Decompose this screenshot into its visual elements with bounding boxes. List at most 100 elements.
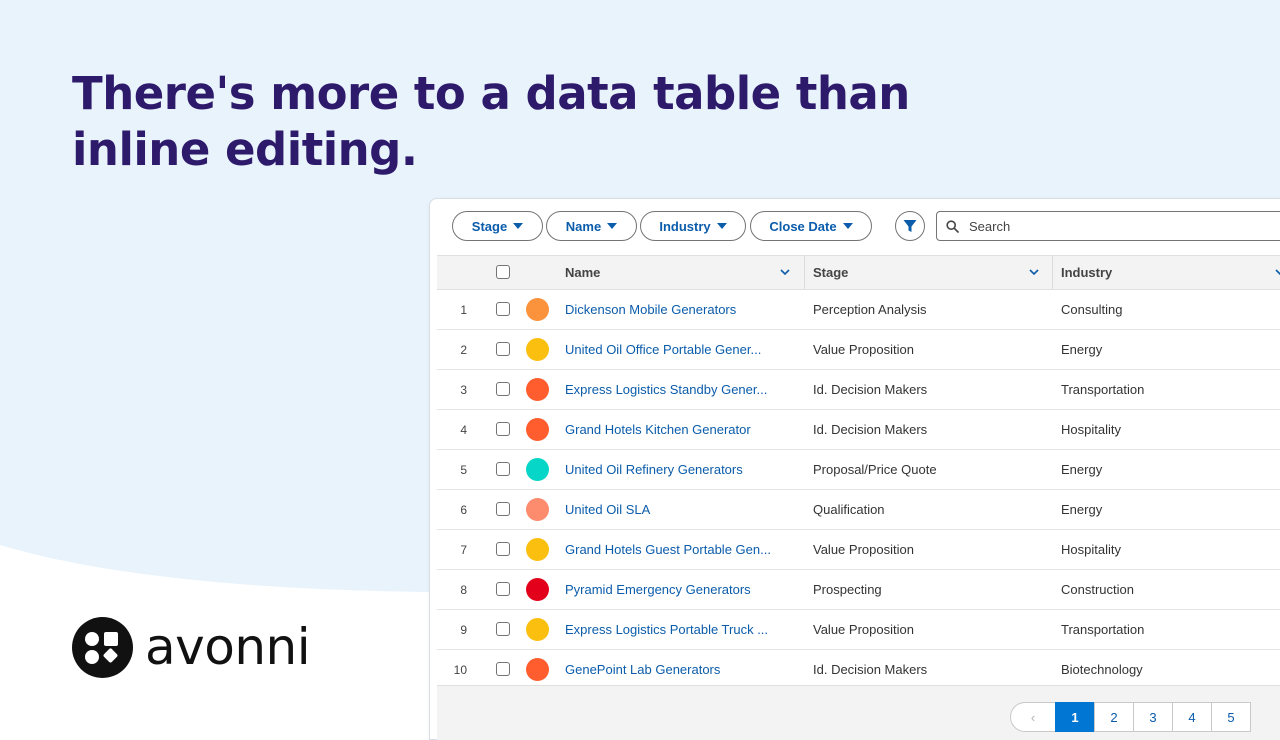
filter-stage-button[interactable]: Stage bbox=[452, 211, 543, 241]
headline: There's more to a data table than inline… bbox=[72, 67, 910, 176]
row-number: 7 bbox=[460, 542, 467, 557]
row-number: 8 bbox=[460, 582, 467, 597]
filter-name-button[interactable]: Name bbox=[546, 211, 637, 241]
table-row[interactable]: 1 Dickenson Mobile Generators Perception A… bbox=[437, 290, 1280, 330]
table-row[interactable]: 2 United Oil Office Portable Gener... Valu… bbox=[437, 330, 1280, 370]
column-header-stage[interactable]: Stage bbox=[813, 256, 848, 289]
table-row[interactable]: 6 United Oil SLA Qualification Energy bbox=[437, 490, 1280, 530]
row-number: 1 bbox=[460, 302, 467, 317]
record-industry: Hospitality bbox=[1061, 542, 1121, 557]
record-industry: Hospitality bbox=[1061, 422, 1121, 437]
row-checkbox[interactable] bbox=[496, 422, 510, 436]
brand-name: avonni bbox=[145, 618, 311, 676]
row-checkbox[interactable] bbox=[496, 582, 510, 596]
record-industry: Energy bbox=[1061, 502, 1103, 517]
previous-page-button[interactable]: ‹ bbox=[1010, 702, 1056, 732]
record-avatar bbox=[526, 378, 549, 401]
table-row[interactable]: 4 Grand Hotels Kitchen Generator Id. Decis… bbox=[437, 410, 1280, 450]
page-button-2[interactable]: 2 bbox=[1094, 702, 1134, 732]
table-body: 1 Dickenson Mobile Generators Perception A… bbox=[437, 290, 1280, 690]
row-checkbox[interactable] bbox=[496, 302, 510, 316]
record-stage: Value Proposition bbox=[813, 542, 914, 557]
caret-down-icon bbox=[716, 223, 727, 229]
row-number: 10 bbox=[453, 662, 467, 677]
chevron-down-icon[interactable] bbox=[1275, 267, 1280, 277]
page-button-1[interactable]: 1 bbox=[1055, 702, 1095, 732]
record-avatar bbox=[526, 498, 549, 521]
record-avatar bbox=[526, 418, 549, 441]
filter-industry-label: Industry bbox=[659, 218, 711, 234]
table-header: Name Stage Industry bbox=[437, 255, 1280, 290]
record-name-link[interactable]: Express Logistics Standby Gener... bbox=[565, 370, 767, 409]
search-box bbox=[936, 211, 1280, 241]
row-checkbox[interactable] bbox=[496, 542, 510, 556]
row-number: 4 bbox=[460, 422, 467, 437]
row-number: 6 bbox=[460, 502, 467, 517]
row-number: 3 bbox=[460, 382, 467, 397]
filter-name-label: Name bbox=[565, 218, 602, 234]
avonni-logo-icon bbox=[72, 617, 133, 678]
pagination: ‹ 1 2 3 4 5 bbox=[1010, 702, 1251, 732]
page-button-5[interactable]: 5 bbox=[1211, 702, 1251, 732]
column-divider[interactable] bbox=[804, 256, 805, 289]
table-row[interactable]: 8 Pyramid Emergency Generators Prospecting… bbox=[437, 570, 1280, 610]
table-row[interactable]: 9 Express Logistics Portable Truck ... Val… bbox=[437, 610, 1280, 650]
column-header-name[interactable]: Name bbox=[565, 256, 600, 289]
record-avatar bbox=[526, 538, 549, 561]
row-checkbox[interactable] bbox=[496, 342, 510, 356]
row-number: 5 bbox=[460, 462, 467, 477]
filter-button[interactable] bbox=[895, 211, 925, 241]
record-name-link[interactable]: GenePoint Lab Generators bbox=[565, 650, 720, 689]
record-name-link[interactable]: United Oil Refinery Generators bbox=[565, 450, 743, 489]
row-checkbox[interactable] bbox=[496, 662, 510, 676]
record-industry: Consulting bbox=[1061, 302, 1123, 317]
record-name-link[interactable]: Express Logistics Portable Truck ... bbox=[565, 610, 768, 649]
caret-down-icon bbox=[607, 223, 618, 229]
row-number: 2 bbox=[460, 342, 467, 357]
record-name-link[interactable]: United Oil SLA bbox=[565, 490, 650, 529]
row-checkbox[interactable] bbox=[496, 502, 510, 516]
record-stage: Value Proposition bbox=[813, 342, 914, 357]
record-stage: Id. Decision Makers bbox=[813, 382, 928, 397]
record-stage: Qualification bbox=[813, 502, 885, 517]
table-row[interactable]: 10 GenePoint Lab Generators Id. Decision M… bbox=[437, 650, 1280, 690]
record-industry: Construction bbox=[1061, 582, 1134, 597]
select-all-checkbox[interactable] bbox=[496, 265, 510, 279]
chevron-down-icon[interactable] bbox=[1029, 267, 1039, 277]
record-stage: Id. Decision Makers bbox=[813, 662, 928, 677]
filter-industry-button[interactable]: Industry bbox=[640, 211, 746, 241]
record-avatar bbox=[526, 298, 549, 321]
search-input[interactable] bbox=[967, 217, 1271, 235]
table-row[interactable]: 7 Grand Hotels Guest Portable Gen... Value… bbox=[437, 530, 1280, 570]
column-header-industry[interactable]: Industry bbox=[1061, 256, 1112, 289]
row-checkbox[interactable] bbox=[496, 622, 510, 636]
row-checkbox[interactable] bbox=[496, 382, 510, 396]
table-row[interactable]: 3 Express Logistics Standby Gener... Id. D… bbox=[437, 370, 1280, 410]
row-checkbox[interactable] bbox=[496, 462, 510, 476]
table-row[interactable]: 5 United Oil Refinery Generators Proposal/… bbox=[437, 450, 1280, 490]
record-industry: Energy bbox=[1061, 462, 1103, 477]
record-name-link[interactable]: Dickenson Mobile Generators bbox=[565, 290, 736, 329]
record-name-link[interactable]: Pyramid Emergency Generators bbox=[565, 570, 751, 609]
data-table-panel: Stage Name Industry Close Date Search Na… bbox=[429, 198, 1280, 740]
caret-down-icon bbox=[513, 223, 524, 229]
record-name-link[interactable]: United Oil Office Portable Gener... bbox=[565, 330, 761, 369]
record-industry: Transportation bbox=[1061, 622, 1145, 637]
page-button-3[interactable]: 3 bbox=[1133, 702, 1173, 732]
table-footer: ‹ 1 2 3 4 5 bbox=[437, 685, 1280, 740]
filter-stage-label: Stage bbox=[471, 218, 508, 234]
chevron-down-icon[interactable] bbox=[780, 267, 790, 277]
record-name-link[interactable]: Grand Hotels Guest Portable Gen... bbox=[565, 530, 771, 569]
row-number: 9 bbox=[460, 622, 467, 637]
record-name-link[interactable]: Grand Hotels Kitchen Generator bbox=[565, 410, 751, 449]
record-industry: Biotechnology bbox=[1061, 662, 1143, 677]
record-stage: Id. Decision Makers bbox=[813, 422, 928, 437]
record-avatar bbox=[526, 458, 549, 481]
filter-icon bbox=[903, 220, 917, 232]
filter-close-date-button[interactable]: Close Date bbox=[750, 211, 872, 241]
search-icon bbox=[946, 219, 959, 233]
filter-close-date-label: Close Date bbox=[769, 218, 837, 234]
record-avatar bbox=[526, 618, 549, 641]
page-button-4[interactable]: 4 bbox=[1172, 702, 1212, 732]
column-divider[interactable] bbox=[1052, 256, 1053, 289]
